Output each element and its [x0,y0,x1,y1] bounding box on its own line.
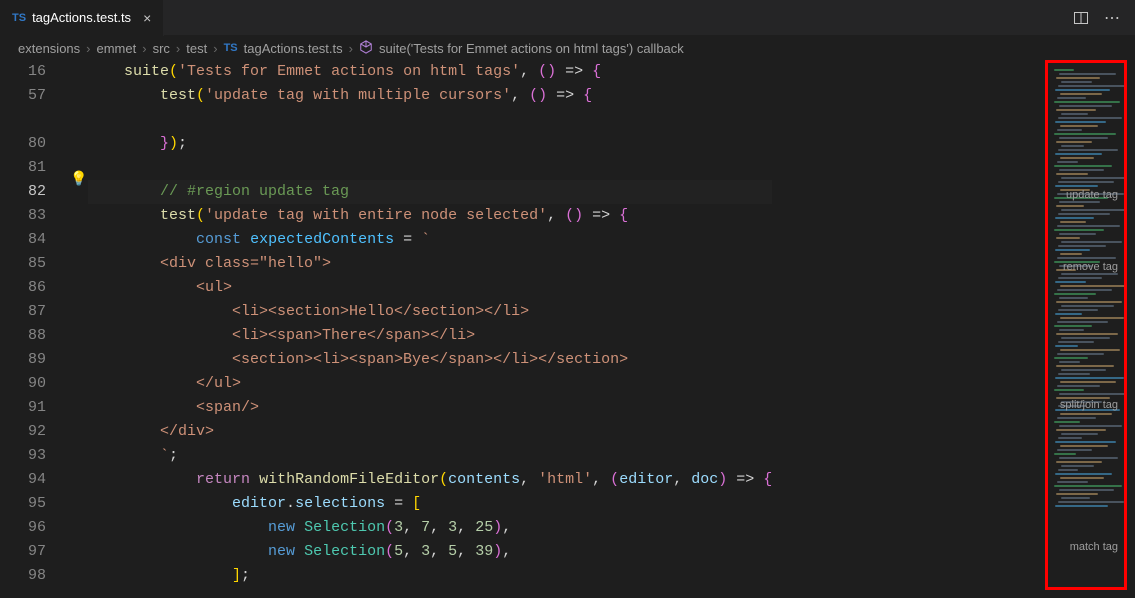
code-line[interactable]: <span/> [88,396,772,420]
breadcrumb[interactable]: extensions › emmet › src › test › TS tag… [0,36,1135,60]
code-line[interactable]: test('update tag with multiple cursors',… [88,84,772,108]
line-number: 91 [0,396,46,420]
line-number: 84 [0,228,46,252]
code-line[interactable]: <ul> [88,276,772,300]
typescript-icon: TS [224,42,238,54]
chevron-right-icon: › [142,41,146,56]
line-number: 83 [0,204,46,228]
line-number: 57 [0,84,46,108]
chevron-right-icon: › [213,41,217,56]
code-line[interactable]: <div class="hello"> [88,252,772,276]
code-line[interactable]: test('update tag with entire node select… [88,204,772,228]
line-number: 98 [0,564,46,588]
split-editor-icon[interactable] [1073,10,1089,26]
code-line[interactable]: ]; [88,564,772,588]
tab-title: tagActions.test.ts [32,10,131,25]
line-number: 85 [0,252,46,276]
minimap[interactable]: update tag remove tag split/join tag match … [1045,60,1127,590]
line-number [0,108,46,132]
code-line[interactable] [88,156,772,180]
line-number: 92 [0,420,46,444]
code-editor[interactable]: 💡 1657 8081828384858687888990919293949596… [0,60,1135,588]
line-number-gutter: 1657 808182838485868788899091929394959697… [0,60,64,588]
code-line[interactable]: new Selection(5, 3, 5, 39), [88,540,772,564]
typescript-icon: TS [12,12,26,24]
line-number: 97 [0,540,46,564]
code-line[interactable]: </div> [88,420,772,444]
chevron-right-icon: › [176,41,180,56]
code-line[interactable]: return withRandomFileEditor(contents, 'h… [88,468,772,492]
code-line[interactable]: </ul> [88,372,772,396]
line-number: 88 [0,324,46,348]
code-line[interactable]: <section><li><span>Bye</span></li></sect… [88,348,772,372]
breadcrumb-item[interactable]: emmet [97,41,137,56]
code-line[interactable]: editor.selections = [ [88,492,772,516]
tab-bar: TS tagActions.test.ts × ⋯ [0,0,1135,36]
code-line[interactable] [88,108,772,132]
line-number: 81 [0,156,46,180]
line-number: 16 [0,60,46,84]
more-actions-icon[interactable]: ⋯ [1105,10,1121,26]
chevron-right-icon: › [349,41,353,56]
code-line[interactable]: new Selection(3, 7, 3, 25), [88,516,772,540]
symbol-icon [359,40,373,57]
minimap-region-label: split/join tag [1060,399,1118,411]
line-number: 82 [0,180,46,204]
code-line[interactable]: }); [88,132,772,156]
code-line[interactable]: <li><section>Hello</section></li> [88,300,772,324]
code-line[interactable]: const expectedContents = ` [88,228,772,252]
line-number: 86 [0,276,46,300]
code-content[interactable]: suite('Tests for Emmet actions on html t… [64,60,772,588]
line-number: 90 [0,372,46,396]
breadcrumb-symbol[interactable]: suite('Tests for Emmet actions on html t… [379,41,684,56]
close-icon[interactable]: × [143,10,151,26]
line-number: 94 [0,468,46,492]
code-line[interactable]: // #region update tag [88,180,772,204]
line-number: 96 [0,516,46,540]
breadcrumb-item[interactable]: test [186,41,207,56]
breadcrumb-item[interactable]: src [153,41,170,56]
minimap-region-label: update tag [1066,189,1118,201]
line-number: 87 [0,300,46,324]
line-number: 95 [0,492,46,516]
minimap-region-label: remove tag [1063,261,1118,273]
lightbulb-icon[interactable]: 💡 [70,168,87,192]
breadcrumb-file[interactable]: tagActions.test.ts [244,41,343,56]
line-number: 80 [0,132,46,156]
editor-tab[interactable]: TS tagActions.test.ts × [0,0,164,36]
code-line[interactable]: `; [88,444,772,468]
line-number: 93 [0,444,46,468]
chevron-right-icon: › [86,41,90,56]
line-number: 89 [0,348,46,372]
minimap-region-label: match tag [1070,541,1118,553]
code-line[interactable]: <li><span>There</span></li> [88,324,772,348]
code-line[interactable]: suite('Tests for Emmet actions on html t… [88,60,772,84]
breadcrumb-item[interactable]: extensions [18,41,80,56]
